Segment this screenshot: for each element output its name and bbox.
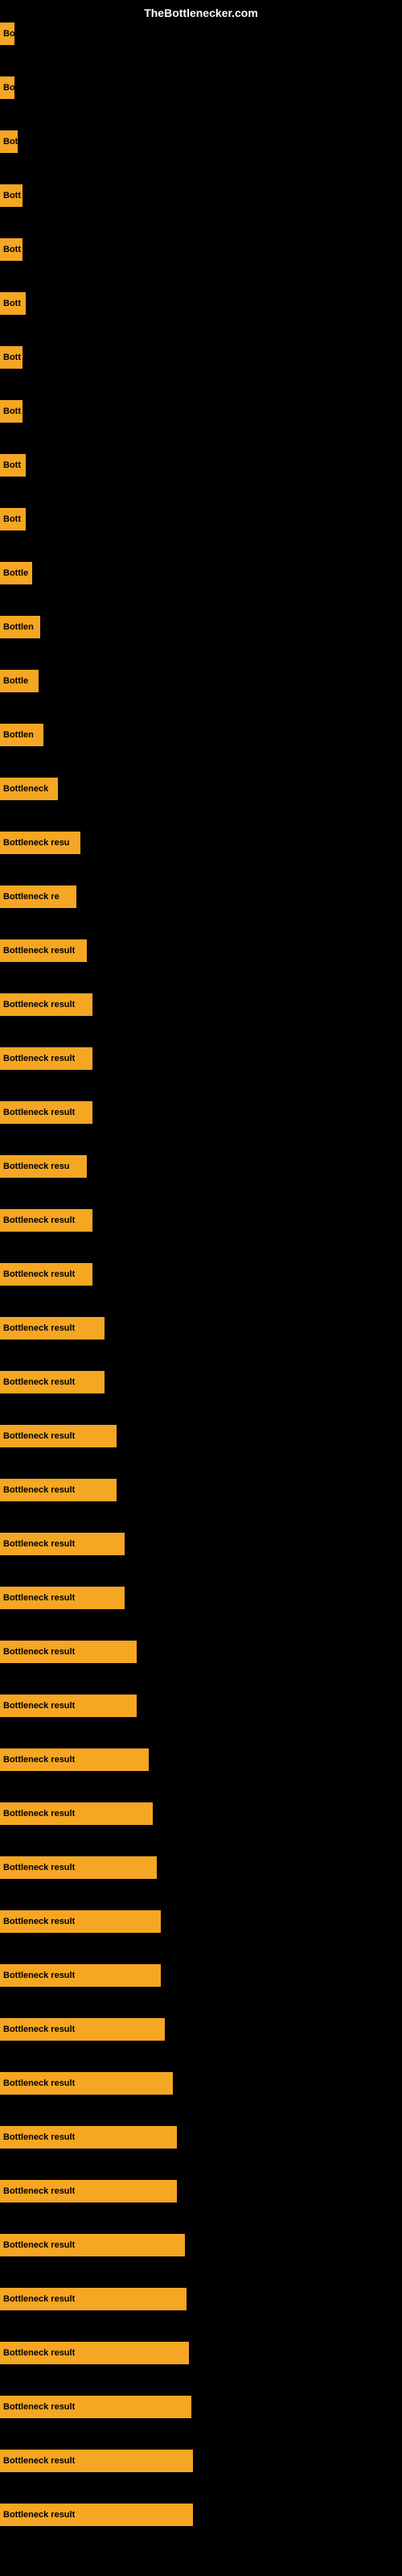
bar-label: Bottleneck result	[3, 1755, 75, 1765]
bar-item: Bottleneck result	[0, 2126, 177, 2149]
bar-item: Bott	[0, 292, 26, 315]
bar-label: Bottlen	[3, 622, 34, 632]
bar-item: Bott	[0, 346, 23, 369]
bar-item: Bottleneck result	[0, 1479, 117, 1501]
bar-item: Bottlen	[0, 724, 43, 746]
bar-label: Bot	[3, 137, 18, 147]
bar-item: Bottleneck result	[0, 1101, 92, 1124]
bar-label: Bott	[3, 191, 21, 200]
bar-item: Bottleneck result	[0, 2234, 185, 2256]
bar-item: Bottleneck re	[0, 886, 76, 908]
bar-label: Bottleneck result	[3, 2132, 75, 2142]
bar-label: Bottleneck result	[3, 1917, 75, 1926]
bar-label: Bottlen	[3, 730, 34, 740]
bar-label: Bottleneck result	[3, 1431, 75, 1441]
bar-item: Bottleneck result	[0, 1317, 105, 1340]
bar-label: Bottleneck result	[3, 946, 75, 956]
bar-label: Bottleneck result	[3, 1701, 75, 1711]
bar-label: Bottleneck result	[3, 2456, 75, 2466]
bar-item: Bottleneck result	[0, 1425, 117, 1447]
bar-label: Bott	[3, 245, 21, 254]
bar-label: Bottleneck result	[3, 1647, 75, 1657]
bar-item: Bottlen	[0, 616, 40, 638]
bar-item: Bottleneck result	[0, 1641, 137, 1663]
bar-item: Bottleneck result	[0, 2342, 189, 2364]
bar-item: Bottleneck result	[0, 2396, 191, 2418]
bar-item: Bott	[0, 238, 23, 261]
bar-label: Bottleneck result	[3, 1108, 75, 1117]
bar-label: Bottleneck result	[3, 2025, 75, 2034]
bar-label: Bo	[3, 29, 14, 39]
bar-label: Bottleneck result	[3, 2510, 75, 2520]
bar-label: Bottleneck result	[3, 1269, 75, 1279]
bar-label: Bottleneck resu	[3, 1162, 70, 1171]
bar-label: Bottleneck result	[3, 1054, 75, 1063]
bar-item: Bottleneck result	[0, 1964, 161, 1987]
bar-label: Bottleneck result	[3, 1809, 75, 1818]
bar-label: Bottleneck result	[3, 2079, 75, 2088]
bar-item: Bo	[0, 23, 14, 45]
bar-item: Bottleneck result	[0, 2450, 193, 2472]
bar-label: Bott	[3, 353, 21, 362]
bar-label: Bo	[3, 83, 14, 93]
bar-item: Bottleneck result	[0, 1910, 161, 1933]
bar-label: Bottleneck result	[3, 2348, 75, 2358]
bar-label: Bottleneck result	[3, 2402, 75, 2412]
bar-label: Bottleneck result	[3, 1000, 75, 1009]
bar-item: Bottleneck result	[0, 2072, 173, 2095]
bar-item: Bottleneck result	[0, 1856, 157, 1879]
bar-label: Bott	[3, 299, 21, 308]
bar-item: Bottleneck result	[0, 2180, 177, 2202]
bar-item: Bott	[0, 400, 23, 423]
bar-label: Bott	[3, 514, 21, 524]
bar-item: Bottleneck result	[0, 939, 87, 962]
bar-item: Bottleneck result	[0, 1802, 153, 1825]
bar-item: Bott	[0, 454, 26, 477]
bar-label: Bottleneck result	[3, 2186, 75, 2196]
bar-item: Bot	[0, 130, 18, 153]
bar-item: Bott	[0, 184, 23, 207]
bar-item: Bo	[0, 76, 14, 99]
bar-label: Bottleneck result	[3, 1593, 75, 1603]
bar-item: Bottleneck result	[0, 2504, 193, 2526]
bar-item: Bottleneck result	[0, 1047, 92, 1070]
bar-item: Bott	[0, 508, 26, 530]
bar-item: Bottleneck result	[0, 1263, 92, 1286]
bar-label: Bottleneck result	[3, 1539, 75, 1549]
bar-label: Bottleneck resu	[3, 838, 70, 848]
bar-label: Bottleneck result	[3, 2294, 75, 2304]
bar-item: Bottleneck	[0, 778, 58, 800]
bar-item: Bottleneck result	[0, 1209, 92, 1232]
bar-label: Bott	[3, 407, 21, 416]
bar-item: Bottle	[0, 670, 39, 692]
site-title: TheBottlenecker.com	[144, 6, 258, 19]
bar-label: Bott	[3, 460, 21, 470]
bar-label: Bottleneck	[3, 784, 48, 794]
bar-label: Bottleneck result	[3, 1323, 75, 1333]
bar-item: Bottleneck result	[0, 1533, 125, 1555]
bar-item: Bottleneck result	[0, 1748, 149, 1771]
bar-item: Bottleneck resu	[0, 1155, 87, 1178]
bar-label: Bottleneck re	[3, 892, 59, 902]
bar-label: Bottleneck result	[3, 1216, 75, 1225]
bar-label: Bottleneck result	[3, 1485, 75, 1495]
bar-label: Bottleneck result	[3, 1377, 75, 1387]
bar-item: Bottleneck result	[0, 1695, 137, 1717]
bar-item: Bottleneck result	[0, 2018, 165, 2041]
bar-item: Bottleneck resu	[0, 832, 80, 854]
bar-label: Bottle	[3, 676, 28, 686]
bar-item: Bottleneck result	[0, 993, 92, 1016]
bar-label: Bottle	[3, 568, 28, 578]
bar-item: Bottleneck result	[0, 1371, 105, 1393]
bar-item: Bottleneck result	[0, 1587, 125, 1609]
bar-label: Bottleneck result	[3, 1863, 75, 1872]
bar-item: Bottleneck result	[0, 2288, 187, 2310]
bar-item: Bottle	[0, 562, 32, 584]
bar-label: Bottleneck result	[3, 2240, 75, 2250]
bar-label: Bottleneck result	[3, 1971, 75, 1980]
